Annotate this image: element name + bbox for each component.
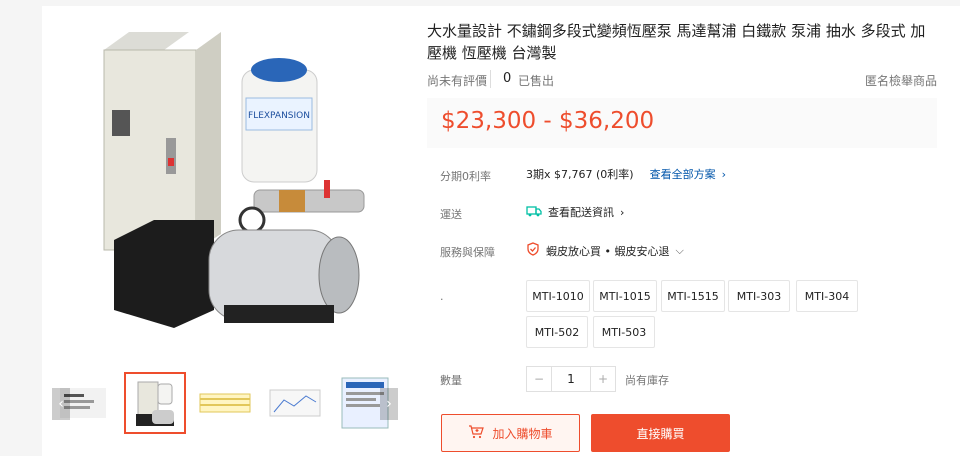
installment-label: 分期0利率 — [440, 170, 491, 183]
thumbnail-2[interactable] — [124, 372, 186, 434]
price-section: $23,300 - $36,200 — [427, 98, 937, 148]
variation-option[interactable]: MTI-304 — [796, 280, 858, 312]
sold-label: 已售出 — [518, 74, 555, 88]
gallery-next-button[interactable]: › — [380, 388, 398, 420]
product-title: 大水量設計 不鏽鋼多段式變頻恆壓泵 馬達幫浦 白鐵款 泵浦 抽水 多段式 加壓機… — [427, 22, 926, 62]
thumbnail-3[interactable] — [194, 372, 256, 434]
guarantee-row[interactable]: 蝦皮放心買 • 蝦皮安心退 ⌵ — [526, 242, 684, 259]
variation-option[interactable]: MTI-502 — [526, 316, 588, 348]
shipping-label: 運送 — [440, 208, 462, 221]
product-meta: 尚未有評價 0 已售出 匿名檢舉商品 — [427, 70, 937, 90]
quantity-decrease-button[interactable]: − — [527, 367, 551, 391]
stock-status: 尚有庫存 — [625, 374, 669, 387]
tank-logo-text: FLEXPANSION — [248, 111, 310, 121]
variation-option[interactable]: MTI-1015 — [593, 280, 657, 312]
guarantee-label: 服務與保障 — [440, 246, 495, 259]
rating-text: 尚未有評價 — [427, 74, 488, 88]
shield-check-icon — [526, 242, 540, 259]
truck-icon — [526, 205, 542, 220]
guarantee-text: 蝦皮放心買 • 蝦皮安心退 — [546, 244, 670, 258]
variation-option[interactable]: MTI-1515 — [661, 280, 725, 312]
installment-plans-link[interactable]: 查看全部方案 — [650, 166, 716, 182]
main-product-image[interactable]: FLEXPANSION — [54, 10, 406, 362]
sold-count: 0 — [503, 71, 512, 86]
quantity-input[interactable]: 1 — [551, 367, 591, 391]
shipping-info-link[interactable]: 查看配送資訊 — [548, 204, 614, 220]
thumbnail-strip: ‹ › — [52, 372, 398, 436]
cart-plus-icon — [468, 424, 485, 442]
quantity-stepper: − 1 + — [526, 366, 616, 392]
chevron-down-icon: ⌵ — [675, 243, 684, 257]
pump-illustration: FLEXPANSION — [103, 32, 365, 328]
thumbnail-4[interactable] — [264, 372, 326, 434]
shipping-row[interactable]: 查看配送資訊 › — [526, 204, 624, 220]
chevron-right-icon: › — [386, 396, 392, 412]
quantity-increase-button[interactable]: + — [591, 367, 615, 391]
variation-option[interactable]: MTI-303 — [728, 280, 790, 312]
add-to-cart-button[interactable]: 加入購物車 — [441, 414, 580, 452]
product-card: FLEXPANSION ‹ › 大水量設計 不鏽鋼多段式變頻恆壓泵 馬達幫浦 白… — [42, 6, 960, 456]
chevron-right-icon: › — [620, 205, 625, 219]
buy-now-button[interactable]: 直接購買 — [591, 414, 730, 452]
variation-option[interactable]: MTI-503 — [593, 316, 655, 348]
installment-value: 3期x $7,767 (0利率) — [526, 168, 634, 181]
meta-divider — [490, 70, 491, 88]
quantity-label: 數量 — [440, 374, 462, 387]
variation-label: . — [440, 290, 444, 303]
installment-row: 3期x $7,767 (0利率) 查看全部方案 › — [526, 166, 726, 182]
variation-option[interactable]: MTI-1010 — [526, 280, 590, 312]
gallery-prev-button[interactable]: ‹ — [52, 388, 70, 420]
report-link[interactable]: 匿名檢舉商品 — [865, 72, 937, 89]
add-to-cart-label: 加入購物車 — [492, 426, 553, 441]
price-range: $23,300 - $36,200 — [441, 108, 655, 134]
chevron-right-icon: › — [721, 167, 726, 181]
chevron-left-icon: ‹ — [58, 396, 64, 412]
